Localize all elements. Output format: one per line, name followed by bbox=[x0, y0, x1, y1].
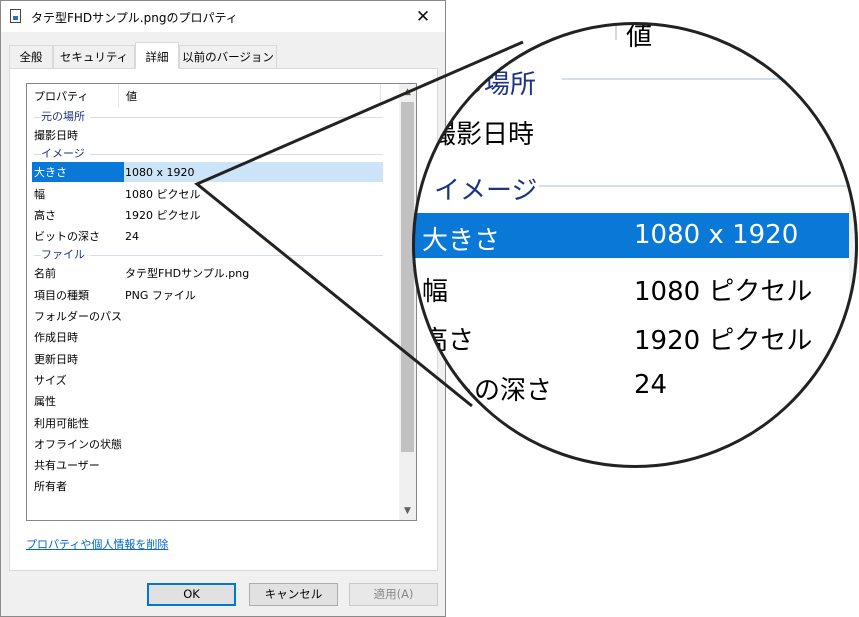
magnified-scrollbar bbox=[849, 22, 858, 468]
magnified-separator bbox=[562, 78, 858, 80]
magnified-view: 値 の場所 撮影日時 イメージ 大きさ 1080 x 1920 幅 1080 ピ… bbox=[412, 22, 858, 468]
magnified-selected-value: 1080 x 1920 bbox=[634, 220, 799, 250]
magnified-group-origin: の場所 bbox=[458, 70, 537, 100]
magnified-height-value: 1920 ピクセル bbox=[634, 326, 813, 356]
magnified-height-key: 高さ bbox=[422, 326, 475, 356]
magnified-depth-key: ットの深さ bbox=[422, 376, 553, 406]
magnified-depth-value: 24 bbox=[634, 370, 668, 400]
magnified-header-value: 値 bbox=[626, 22, 653, 52]
magnified-width-value: 1080 ピクセル bbox=[634, 277, 813, 307]
magnified-column-divider bbox=[615, 22, 617, 40]
magnifier-callout: 値 の場所 撮影日時 イメージ 大きさ 1080 x 1920 幅 1080 ピ… bbox=[412, 22, 858, 468]
magnified-selected-key: 大きさ bbox=[422, 226, 501, 256]
tab-details[interactable]: 詳細 bbox=[135, 42, 179, 69]
magnified-width-key: 幅 bbox=[422, 277, 449, 307]
magnified-item-date: 撮影日時 bbox=[430, 120, 535, 150]
magnified-separator bbox=[539, 185, 858, 187]
magnified-group-image: イメージ bbox=[434, 176, 538, 206]
